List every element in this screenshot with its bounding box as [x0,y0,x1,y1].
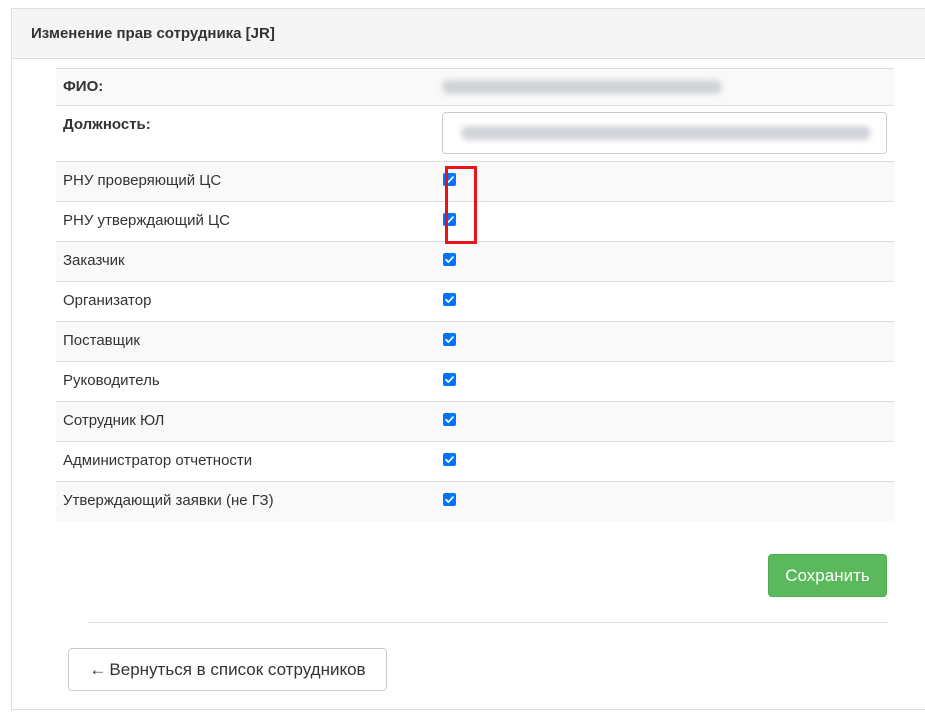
role-row: Администратор отчетности [56,441,894,481]
back-to-list-button[interactable]: ← Вернуться в список сотрудников [68,648,387,691]
checkmark-icon [445,176,454,183]
role-label: Утверждающий заявки (не ГЗ) [63,492,274,509]
checkmark-icon [445,256,454,263]
role-row: РНУ проверяющий ЦС [56,161,894,201]
fio-label: ФИО: [63,78,104,95]
panel-title: Изменение прав сотрудника [JR] [12,9,925,59]
checkmark-icon [445,456,454,463]
checkmark-icon [445,216,454,223]
checkmark-icon [445,416,454,423]
role-checkbox[interactable] [443,493,456,506]
checkmark-icon [445,336,454,343]
role-label: РНУ утверждающий ЦС [63,212,230,229]
role-checkbox[interactable] [443,213,456,226]
role-label: Руководитель [63,372,160,389]
role-row: Утверждающий заявки (не ГЗ) [56,481,894,521]
role-label: Заказчик [63,252,125,269]
role-row: Сотрудник ЮЛ [56,401,894,441]
position-value [461,126,871,140]
role-checkbox[interactable] [443,253,456,266]
position-field[interactable] [442,112,887,154]
role-label: Администратор отчетности [63,452,253,469]
role-row: Заказчик [56,241,894,281]
role-label: Организатор [63,292,152,309]
role-row: РНУ утверждающий ЦС [56,201,894,241]
role-label: РНУ проверяющий ЦС [63,172,222,189]
position-row: Должность: [56,105,894,161]
role-row: Руководитель [56,361,894,401]
role-checkbox[interactable] [443,453,456,466]
arrow-left-icon: ← [89,659,107,679]
role-row: Поставщик [56,321,894,361]
fio-value [442,80,722,94]
role-checkbox[interactable] [443,173,456,186]
checkmark-icon [445,296,454,303]
role-checkbox[interactable] [443,333,456,346]
role-checkbox[interactable] [443,413,456,426]
back-button-label: Вернуться в список сотрудников [109,659,366,679]
role-checkbox[interactable] [443,293,456,306]
role-row: Организатор [56,281,894,321]
checkmark-icon [445,376,454,383]
role-checkbox[interactable] [443,373,456,386]
role-label: Сотрудник ЮЛ [63,412,165,429]
checkmark-icon [445,496,454,503]
fio-row: ФИО: [56,68,894,105]
rights-table: ФИО: Должность: РНУ проверяющий ЦС РНУ у… [56,68,894,521]
role-label: Поставщик [63,332,140,349]
divider [87,622,888,623]
position-label: Должность: [63,116,151,133]
save-button[interactable]: Сохранить [768,554,887,597]
